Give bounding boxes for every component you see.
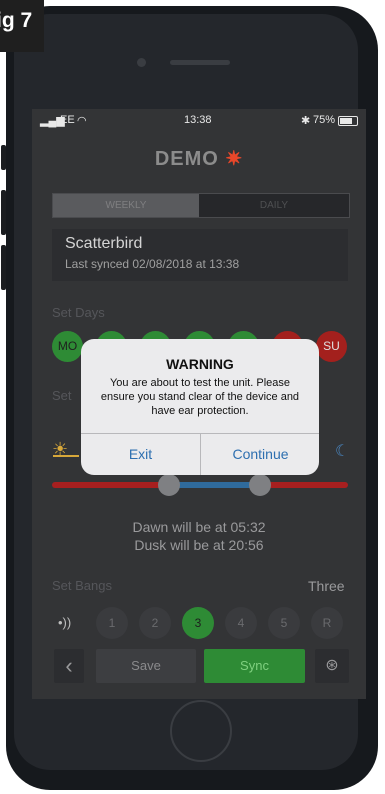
bang-option-5[interactable]: 5 [268, 607, 300, 639]
mode-segmented-control: WEEKLY DAILY [52, 193, 350, 218]
mute-switch [1, 145, 6, 170]
dialog-title: WARNING [166, 356, 234, 372]
status-bar: ▂▄▆ EE ◠ 13:38 ✱ 75% [32, 109, 366, 131]
moon-icon: ☾ [335, 443, 350, 460]
app-title: DEMO ✷ [32, 146, 366, 171]
bang-option-3[interactable]: 3 [182, 607, 214, 639]
battery-percent: 75% [313, 114, 336, 126]
dawn-time-text: Dawn will be at 05:32 [132, 519, 266, 535]
app-screen: ▂▄▆ EE ◠ 13:38 ✱ 75% DEMO ✷ WEEKLY DAILY… [32, 109, 366, 699]
warning-dialog: WARNING You are about to test the unit. … [81, 339, 319, 475]
dusk-time-text: Dusk will be at 20:56 [134, 537, 264, 553]
bang-option-1[interactable]: 1 [96, 607, 128, 639]
save-button[interactable]: Save [96, 649, 196, 683]
volume-down-button [1, 245, 6, 290]
continue-button[interactable]: Continue [201, 434, 319, 475]
earpiece-speaker [170, 60, 230, 65]
dawn-slider-handle[interactable] [158, 474, 180, 496]
carrier-label: EE [60, 114, 75, 126]
last-synced: Last synced 02/08/2018 at 13:38 [65, 257, 240, 271]
bang-option-4[interactable]: 4 [225, 607, 257, 639]
device-card[interactable]: Scatterbird Last synced 02/08/2018 at 13… [52, 229, 348, 281]
tab-daily[interactable]: DAILY [199, 194, 349, 217]
app-title-text: DEMO [154, 148, 219, 170]
wifi-icon: ◠ [77, 115, 87, 127]
bangs-value: Three [308, 578, 345, 594]
bluetooth-icon: ✱ [301, 115, 311, 127]
set-days-label: Set Days [52, 305, 105, 320]
battery-icon [338, 116, 358, 126]
volume-up-button [1, 190, 6, 235]
bang-option-2[interactable]: 2 [139, 607, 171, 639]
device-name: Scatterbird [65, 235, 143, 252]
tab-weekly[interactable]: WEEKLY [53, 194, 199, 217]
bang-option-r[interactable]: R [311, 607, 343, 639]
sync-button[interactable]: Sync [204, 649, 305, 683]
front-camera [137, 58, 146, 67]
dialog-message: You are about to test the unit. Please e… [100, 377, 300, 417]
horizon-line [53, 455, 79, 457]
set-bangs-label: Set Bangs [52, 578, 112, 593]
test-icon[interactable]: ⊛ [315, 649, 349, 683]
clock: 13:38 [184, 114, 212, 126]
sound-icon: •)) [58, 615, 72, 630]
burst-icon: ✷ [225, 148, 244, 170]
figure-label: ig 7 [0, 0, 44, 52]
home-button[interactable] [170, 700, 232, 762]
dusk-slider-handle[interactable] [249, 474, 271, 496]
day-monday[interactable]: MO [52, 331, 83, 362]
day-sunday[interactable]: SU [316, 331, 347, 362]
set-times-label: Set [52, 388, 72, 403]
back-button[interactable]: ‹ [54, 649, 84, 683]
exit-button[interactable]: Exit [81, 434, 200, 475]
